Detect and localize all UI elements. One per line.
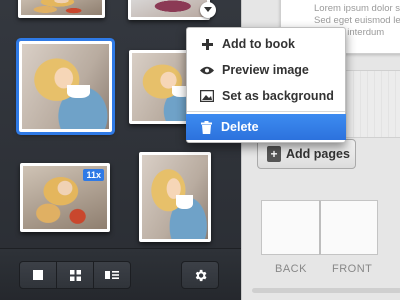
photo-thumbnail[interactable]: [128, 0, 210, 20]
settings-button[interactable]: [181, 261, 219, 289]
horizontal-scrollbar[interactable]: [252, 288, 400, 293]
photo-context-menu: Add to book Preview image Set as backgro…: [186, 27, 346, 143]
front-cover-page[interactable]: [318, 200, 378, 255]
add-page-icon: +: [267, 146, 281, 162]
add-pages-button[interactable]: + Add pages: [257, 139, 356, 169]
photo-thumbnail[interactable]: [18, 0, 105, 18]
list-icon: [105, 271, 119, 279]
menu-item-label: Preview image: [222, 63, 309, 77]
plus-icon: [200, 38, 214, 50]
list-view-button[interactable]: [94, 262, 130, 288]
menu-item-add-to-book[interactable]: Add to book: [187, 31, 345, 57]
photo-image: [142, 155, 208, 239]
back-cover-label: BACK: [275, 263, 307, 275]
menu-item-preview-image[interactable]: Preview image: [187, 57, 345, 83]
grid-view-button[interactable]: [57, 262, 94, 288]
photo-thumbnail-selected[interactable]: [19, 41, 112, 132]
library-toolbar: [0, 248, 241, 300]
trash-icon: [199, 120, 213, 134]
duplicate-count-badge: 11x: [83, 169, 104, 181]
square-icon: [33, 270, 43, 280]
book-cover-spread: [261, 200, 378, 255]
menu-item-label: Add to book: [222, 37, 295, 51]
eye-icon: [200, 66, 214, 75]
menu-item-label: Delete: [221, 120, 259, 134]
thumbnail-menu-button[interactable]: [200, 2, 216, 18]
image-icon: [200, 90, 214, 102]
menu-divider: [187, 111, 345, 112]
menu-item-set-as-background[interactable]: Set as background: [187, 83, 345, 109]
grid-icon: [69, 269, 81, 281]
front-cover-label: FRONT: [332, 263, 373, 275]
add-pages-label: Add pages: [286, 147, 350, 161]
chevron-down-icon: [204, 7, 212, 12]
preview-text-line: Lorem ipsum dolor s: [314, 3, 400, 14]
photo-image: [22, 44, 109, 129]
single-view-button[interactable]: [20, 262, 57, 288]
photo-image: [131, 0, 207, 17]
menu-item-label: Set as background: [222, 89, 334, 103]
gear-icon: [195, 269, 206, 281]
photo-image: [21, 0, 102, 15]
preview-text-line: Sed eget euismod le: [314, 15, 400, 26]
photo-thumbnail[interactable]: 11x: [20, 163, 110, 232]
back-cover-page[interactable]: [261, 200, 319, 255]
photo-thumbnail[interactable]: [139, 152, 211, 242]
menu-item-delete[interactable]: Delete: [186, 114, 346, 140]
view-mode-switcher: [19, 261, 131, 289]
